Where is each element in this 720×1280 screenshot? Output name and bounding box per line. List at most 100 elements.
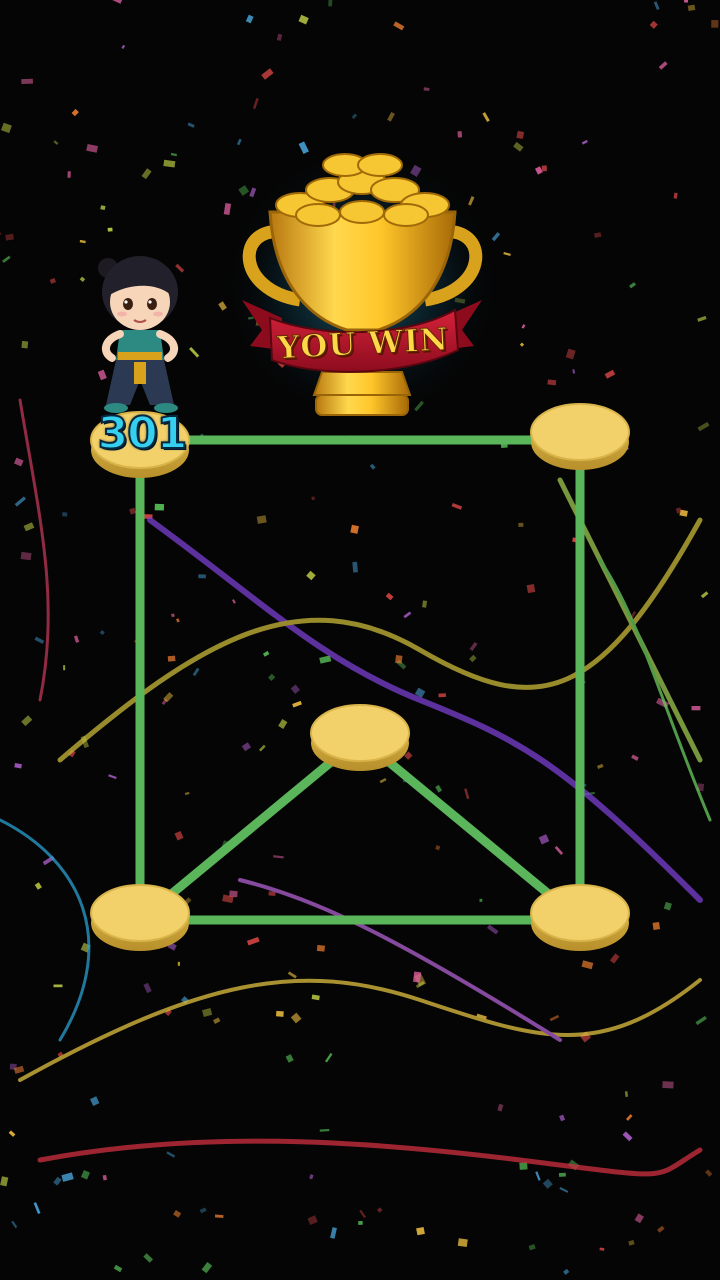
streamers — [0, 398, 712, 1177]
confetti-piece — [262, 650, 270, 657]
confetti-piece — [171, 613, 175, 618]
confetti-piece — [604, 369, 616, 379]
confetti-piece — [175, 263, 185, 273]
confetti-piece — [97, 369, 107, 381]
confetti-piece — [549, 1014, 560, 1022]
confetti-piece — [33, 1202, 41, 1214]
confetti-piece — [311, 994, 320, 1001]
confetti-piece — [23, 522, 35, 532]
confetti-piece — [628, 1239, 635, 1246]
confetti-piece — [497, 1103, 504, 1112]
confetti-piece — [199, 1207, 207, 1214]
confetti-piece — [192, 667, 200, 677]
confetti-piece — [100, 205, 106, 211]
confetti-piece — [187, 122, 195, 128]
confetti-piece — [528, 1244, 536, 1251]
confetti-piece — [121, 44, 126, 50]
confetti-piece — [649, 20, 658, 29]
node-bottom-right[interactable] — [530, 884, 630, 951]
confetti-piece — [352, 561, 358, 573]
confetti-piece — [53, 1176, 62, 1186]
confetti-piece — [563, 1268, 570, 1275]
confetti-piece — [581, 960, 594, 970]
confetti-piece — [14, 763, 22, 769]
confetti-piece — [559, 1187, 569, 1193]
confetti-piece — [554, 846, 564, 855]
confetti-piece — [173, 1209, 182, 1218]
confetti-piece — [519, 1162, 528, 1170]
confetti-piece — [469, 654, 477, 663]
confetti-piece — [0, 122, 12, 134]
confetti-piece — [231, 599, 236, 604]
confetti-piece — [79, 276, 86, 282]
confetti-piece — [99, 630, 105, 636]
confetti-piece — [163, 159, 176, 168]
confetti-piece — [482, 112, 490, 122]
confetti-piece — [21, 715, 33, 727]
confetti-piece — [154, 503, 165, 511]
confetti-piece — [287, 971, 297, 979]
confetti-piece — [479, 898, 483, 902]
confetti-piece — [110, 0, 124, 4]
confetti-piece — [422, 600, 428, 608]
confetti-piece — [80, 1170, 91, 1180]
confetti-piece — [662, 1081, 674, 1089]
confetti-piece — [599, 1247, 605, 1251]
confetti-piece — [535, 166, 543, 175]
confetti-piece — [519, 342, 525, 347]
confetti-piece — [526, 584, 536, 594]
confetti-piece — [513, 141, 524, 152]
confetti-piece — [691, 706, 701, 711]
node-center[interactable] — [310, 704, 410, 771]
confetti-piece — [67, 171, 71, 178]
confetti-piece — [79, 239, 86, 244]
confetti-piece — [285, 1054, 294, 1063]
confetti-piece — [259, 744, 266, 752]
confetti-piece — [14, 457, 24, 467]
confetti-piece — [201, 1262, 213, 1274]
confetti-piece — [256, 515, 267, 524]
confetti-piece — [657, 1225, 665, 1233]
confetti-piece — [350, 524, 359, 534]
confetti-piece — [631, 754, 639, 761]
confetti-piece — [238, 185, 250, 196]
confetti-piece — [290, 1012, 302, 1024]
confetti-piece — [658, 61, 668, 70]
confetti-piece — [325, 1052, 333, 1063]
confetti-piece — [306, 570, 316, 581]
confetti-piece — [213, 1017, 221, 1024]
confetti-piece — [309, 1174, 314, 1180]
confetti-piece — [129, 507, 137, 515]
confetti-piece — [198, 574, 206, 579]
confetti-piece — [695, 1015, 707, 1026]
confetti-piece — [626, 1114, 633, 1121]
node-top-right[interactable] — [530, 403, 630, 470]
confetti-piece — [246, 936, 260, 946]
confetti-piece — [86, 143, 99, 153]
confetti-piece — [629, 282, 637, 289]
confetti-piece — [697, 315, 707, 322]
confetti-piece — [416, 1226, 425, 1236]
confetti-piece — [189, 347, 200, 358]
confetti-piece — [113, 1264, 123, 1273]
confetti-piece — [21, 78, 33, 85]
confetti-piece — [687, 4, 696, 11]
confetti-piece — [102, 1174, 107, 1181]
confetti-piece — [538, 834, 550, 845]
confetti-piece — [673, 192, 678, 199]
puzzle-lines — [135, 435, 585, 925]
confetti-piece — [273, 855, 284, 859]
confetti-piece — [379, 777, 387, 784]
confetti-piece — [535, 1171, 541, 1181]
confetti-piece — [319, 1128, 330, 1132]
node-bottom-left[interactable] — [90, 884, 190, 951]
confetti-piece — [558, 1172, 566, 1177]
confetti-piece — [166, 1151, 176, 1158]
game-scene — [0, 0, 719, 1275]
confetti-piece — [11, 1220, 18, 1229]
confetti-piece — [143, 1253, 154, 1263]
confetti-piece — [464, 788, 470, 800]
confetti-piece — [170, 152, 178, 157]
confetti-piece — [174, 830, 184, 841]
confetti-piece — [177, 961, 180, 966]
